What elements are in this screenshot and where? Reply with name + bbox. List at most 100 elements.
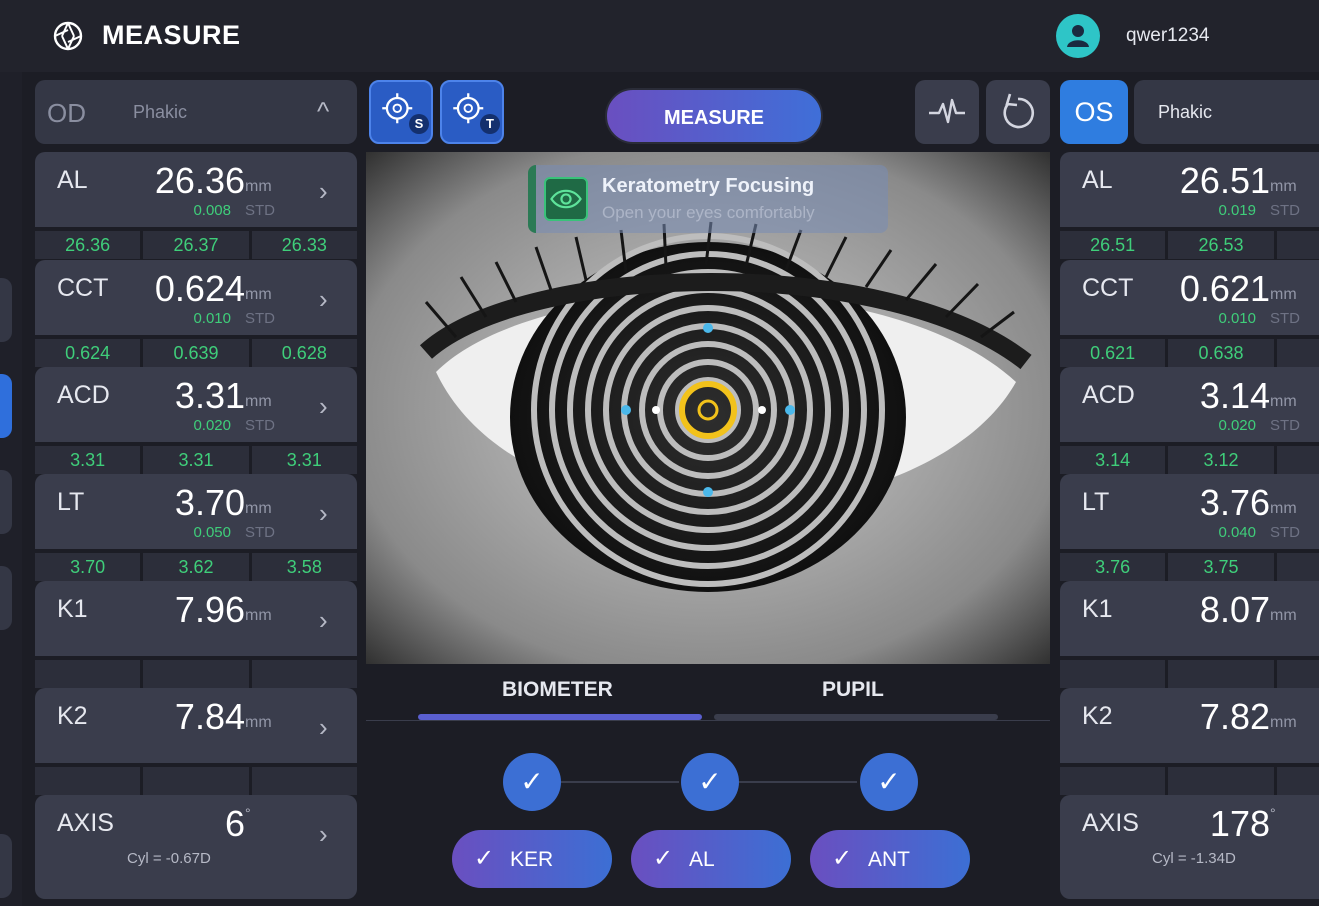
chevron-right-icon[interactable]: ›: [319, 605, 328, 636]
sub-value: [1276, 767, 1319, 795]
username[interactable]: qwer1234: [1126, 25, 1209, 47]
sub-value: 3.76: [1060, 553, 1166, 581]
std-value: 0.050: [193, 524, 231, 541]
sub-value: 3.62: [143, 553, 249, 581]
toast-title: Keratometry Focusing: [602, 175, 815, 197]
sub-value: 3: [1276, 446, 1319, 474]
sub-value: 26.36: [35, 231, 141, 259]
sub-value: 3.58: [251, 553, 357, 581]
target-s-button[interactable]: S: [369, 80, 433, 144]
left-rail: [0, 72, 22, 906]
measure-card-al[interactable]: AL 26.51 mm 0.019 STD: [1060, 152, 1319, 227]
sub-value: 0.624: [35, 339, 141, 367]
std-value: 0.020: [193, 417, 231, 434]
measure-unit: mm: [1270, 714, 1297, 731]
cylinder-value: Cyl = -1.34D: [1152, 850, 1236, 867]
chevron-right-icon[interactable]: ›: [319, 819, 328, 850]
sub-value: 26.51: [1060, 231, 1166, 259]
measure-unit: mm: [245, 393, 272, 410]
divider: [366, 720, 1050, 721]
measure-card-k2[interactable]: K2 7.82 mm: [1060, 688, 1319, 763]
measure-card-lt[interactable]: LT 3.76 mm 0.040 STD: [1060, 474, 1319, 549]
sub-value: 26: [1276, 231, 1319, 259]
chevron-right-icon[interactable]: ›: [319, 176, 328, 207]
measure-card-k1[interactable]: K1 7.96 mm ›: [35, 581, 357, 656]
eye-icon: [544, 177, 588, 221]
al-label: AL: [689, 848, 715, 871]
std-value: 0.008: [193, 202, 231, 219]
measure-unit: mm: [245, 286, 272, 303]
measure-card-al[interactable]: AL 26.36 mm 0.008 STD ›: [35, 152, 357, 227]
sub-measurements: [1060, 660, 1319, 688]
chevron-right-icon[interactable]: ›: [319, 712, 328, 743]
rotate-ccw-icon: [1003, 93, 1034, 129]
check-icon: ✓: [860, 753, 918, 811]
rail-tab[interactable]: [0, 278, 12, 342]
toast-subtitle: Open your eyes comfortably: [602, 203, 815, 222]
measure-card-acd[interactable]: ACD 3.14 mm 0.020 STD: [1060, 367, 1319, 442]
os-header[interactable]: Phakic: [1134, 80, 1319, 144]
measure-card-k2[interactable]: K2 7.84 mm ›: [35, 688, 357, 763]
sub-value: 3.31: [143, 446, 249, 474]
measure-value: 7.82: [1199, 696, 1270, 737]
measure-value: 8.07: [1199, 589, 1270, 630]
sub-value: [251, 660, 357, 688]
chevron-right-icon[interactable]: ›: [319, 284, 328, 315]
sub-measurements: [1060, 767, 1319, 795]
std-label: STD: [245, 524, 275, 541]
eye-select-os[interactable]: OS: [1060, 80, 1128, 144]
target-badge: S: [409, 114, 429, 134]
sub-measurements: 0.624 0.639 0.628: [35, 339, 357, 367]
measure-unit: mm: [1270, 178, 1297, 195]
ant-button[interactable]: ✓ ANT: [810, 830, 970, 888]
collapse-icon[interactable]: ^: [317, 96, 329, 127]
chevron-right-icon[interactable]: ›: [319, 498, 328, 529]
degree-unit: °: [245, 805, 251, 821]
measure-name: K2: [1082, 702, 1113, 730]
target-t-button[interactable]: T: [440, 80, 504, 144]
al-button[interactable]: ✓ AL: [631, 830, 791, 888]
measure-card-acd[interactable]: ACD 3.31 mm 0.020 STD ›: [35, 367, 357, 442]
aperture-icon: [53, 21, 83, 51]
measure-name: K2: [57, 702, 88, 730]
measure-value: 26.51: [1179, 160, 1270, 201]
measure-card-lt[interactable]: LT 3.70 mm 0.050 STD ›: [35, 474, 357, 549]
tab-pupil[interactable]: PUPIL: [822, 678, 884, 702]
target-badge: T: [480, 114, 500, 134]
sub-measurements: [35, 660, 357, 688]
std-value: 0.010: [1218, 310, 1256, 327]
sub-value: 0.621: [1060, 339, 1166, 367]
measure-card-cct[interactable]: CCT 0.624 mm 0.010 STD ›: [35, 260, 357, 335]
top-bar: MEASURE qwer1234: [0, 0, 1319, 72]
sub-value: 3.75: [1168, 553, 1274, 581]
user-avatar-icon[interactable]: [1056, 14, 1100, 58]
rail-tab[interactable]: [0, 566, 12, 630]
measure-card-axis[interactable]: AXIS 178 ° Cyl = -1.34D: [1060, 795, 1319, 899]
measure-value: 3.76: [1199, 482, 1270, 523]
measure-button[interactable]: MEASURE: [605, 88, 823, 144]
measure-value: 7.96: [174, 589, 245, 630]
sub-measurements: 3.70 3.62 3.58: [35, 553, 357, 581]
waveform-button[interactable]: [915, 80, 979, 144]
chevron-right-icon[interactable]: ›: [319, 391, 328, 422]
sub-value: 3.70: [35, 553, 141, 581]
sub-value: [1168, 767, 1274, 795]
measure-name: LT: [57, 488, 85, 516]
ker-label: KER: [510, 848, 554, 871]
rail-tab[interactable]: [0, 470, 12, 534]
rail-tab-active[interactable]: [0, 374, 12, 438]
measure-card-axis[interactable]: AXIS 6 ° Cyl = -0.67D ›: [35, 795, 357, 899]
measure-card-cct[interactable]: CCT 0.621 mm 0.010 STD: [1060, 260, 1319, 335]
sub-value: [35, 767, 141, 795]
measure-value: 3.70: [174, 482, 245, 523]
tab-biometer[interactable]: BIOMETER: [502, 678, 613, 702]
sub-value: 3.14: [1060, 446, 1166, 474]
sub-value: 3.31: [251, 446, 357, 474]
od-header[interactable]: OD Phakic ^: [35, 80, 357, 144]
rail-tab[interactable]: [0, 834, 12, 898]
eye-label-od: OD: [47, 98, 86, 128]
reset-button[interactable]: [986, 80, 1050, 144]
check-icon: ✓: [653, 845, 674, 872]
ker-button[interactable]: ✓ KER: [452, 830, 612, 888]
measure-card-k1[interactable]: K1 8.07 mm: [1060, 581, 1319, 656]
